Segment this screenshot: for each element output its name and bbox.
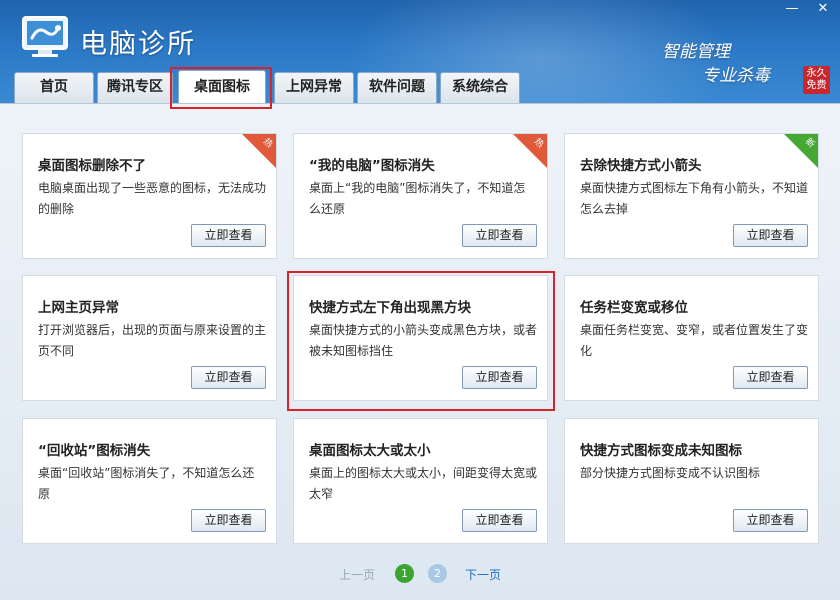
card-desc: 桌面快捷方式的小箭头变成黑色方块，或者被未知图标挡住 <box>309 323 538 358</box>
card-title: 去除快捷方式小箭头 <box>580 158 702 174</box>
slogan-line-1: 智能管理 <box>662 42 730 62</box>
card-title: 快捷方式图标变成未知图标 <box>580 443 742 459</box>
card-shortcut-black-square: 快捷方式左下角出现黑方块 桌面快捷方式的小箭头变成黑色方块，或者被未知图标挡住 … <box>293 275 548 401</box>
card-title: 快捷方式左下角出现黑方块 <box>309 300 471 316</box>
card-desktop-icon-undeletable: 热 桌面图标删除不了 电脑桌面出现了一些恶意的图标，无法成功的删除 立即查看 <box>22 133 277 259</box>
monitor-stethoscope-icon <box>22 16 68 57</box>
card-desc: 桌面快捷方式图标左下角有小箭头，不知道怎么去掉 <box>580 181 809 216</box>
card-title: 桌面图标太大或太小 <box>309 443 431 459</box>
next-page-link[interactable]: 下一页 <box>465 566 501 583</box>
free-badge: 永久 免费 <box>803 66 830 94</box>
view-now-button[interactable]: 立即查看 <box>462 366 537 389</box>
main-content: 热 桌面图标删除不了 电脑桌面出现了一些恶意的图标，无法成功的删除 立即查看 热… <box>0 103 840 600</box>
card-taskbar-resized: 任务栏变宽或移位 桌面任务栏变宽、变窄，或者位置发生了变化 立即查看 <box>564 275 819 401</box>
card-remove-shortcut-arrow: 新 去除快捷方式小箭头 桌面快捷方式图标左下角有小箭头，不知道怎么去掉 立即查看 <box>564 133 819 259</box>
card-desc: 桌面任务栏变宽、变窄，或者位置发生了变化 <box>580 323 809 358</box>
card-my-computer-icon-missing: 热 “我的电脑”图标消失 桌面上“我的电脑”图标消失了，不知道怎么还原 立即查看 <box>293 133 548 259</box>
card-title: “我的电脑”图标消失 <box>309 158 435 174</box>
card-desc: 桌面“回收站”图标消失了，不知道怎么还原 <box>38 466 255 501</box>
tab-tencent[interactable]: 腾讯专区 <box>97 72 173 103</box>
view-now-button[interactable]: 立即查看 <box>191 366 266 389</box>
tab-bar: 首页 腾讯专区 桌面图标 上网异常 软件问题 系统综合 <box>14 70 523 103</box>
card-unknown-shortcut-icon: 快捷方式图标变成未知图标 部分快捷方式图标变成不认识图标 立即查看 <box>564 418 819 544</box>
view-now-button[interactable]: 立即查看 <box>191 224 266 247</box>
header: 电脑诊所 智能管理 专业杀毒 永久 免费 — ✕ 首页 腾讯专区 桌面图标 上网… <box>0 0 840 103</box>
prev-page-link: 上一页 <box>339 568 376 582</box>
tab-home[interactable]: 首页 <box>14 72 94 103</box>
tab-desktop-icons[interactable]: 桌面图标 <box>178 70 266 103</box>
tab-software[interactable]: 软件问题 <box>357 72 437 103</box>
card-desc: 电脑桌面出现了一些恶意的图标，无法成功的删除 <box>38 181 267 216</box>
slogan-line-2: 专业杀毒 <box>702 66 770 86</box>
tab-internet[interactable]: 上网异常 <box>274 72 354 103</box>
card-title: 上网主页异常 <box>38 300 119 316</box>
view-now-button[interactable]: 立即查看 <box>733 366 808 389</box>
free-badge-line-1: 永久 <box>806 68 827 79</box>
card-desc: 打开浏览器后，出现的页面与原来设置的主页不同 <box>38 323 267 358</box>
tab-system[interactable]: 系统综合 <box>440 72 520 103</box>
card-title: “回收站”图标消失 <box>38 443 151 459</box>
app-window: 电脑诊所 智能管理 专业杀毒 永久 免费 — ✕ 首页 腾讯专区 桌面图标 上网… <box>0 0 840 600</box>
view-now-button[interactable]: 立即查看 <box>462 224 537 247</box>
view-now-button[interactable]: 立即查看 <box>462 509 537 532</box>
card-recycle-bin-missing: “回收站”图标消失 桌面“回收站”图标消失了，不知道怎么还原 立即查看 <box>22 418 277 544</box>
close-button[interactable]: ✕ <box>806 0 840 20</box>
card-desc: 桌面上的图标太大或太小，间距变得太宽或太窄 <box>309 466 538 501</box>
free-badge-line-2: 免费 <box>806 80 827 91</box>
view-now-button[interactable]: 立即查看 <box>191 509 266 532</box>
view-now-button[interactable]: 立即查看 <box>733 224 808 247</box>
card-desc: 部分快捷方式图标变成不认识图标 <box>580 466 761 480</box>
card-title: 任务栏变宽或移位 <box>580 300 688 316</box>
page-2-button[interactable]: 2 <box>428 564 447 583</box>
card-icon-size: 桌面图标太大或太小 桌面上的图标太大或太小，间距变得太宽或太窄 立即查看 <box>293 418 548 544</box>
window-controls: — ✕ <box>778 0 840 20</box>
card-desc: 桌面上“我的电脑”图标消失了，不知道怎么还原 <box>309 181 526 216</box>
minimize-button[interactable]: — <box>778 0 806 20</box>
card-homepage-abnormal: 上网主页异常 打开浏览器后，出现的页面与原来设置的主页不同 立即查看 <box>22 275 277 401</box>
page-1-button[interactable]: 1 <box>395 564 414 583</box>
slogan: 智能管理 专业杀毒 <box>662 40 770 88</box>
app-title: 电脑诊所 <box>80 29 196 60</box>
pagination: 上一页 1 2 下一页 <box>0 564 840 584</box>
card-title: 桌面图标删除不了 <box>38 158 146 174</box>
view-now-button[interactable]: 立即查看 <box>733 509 808 532</box>
